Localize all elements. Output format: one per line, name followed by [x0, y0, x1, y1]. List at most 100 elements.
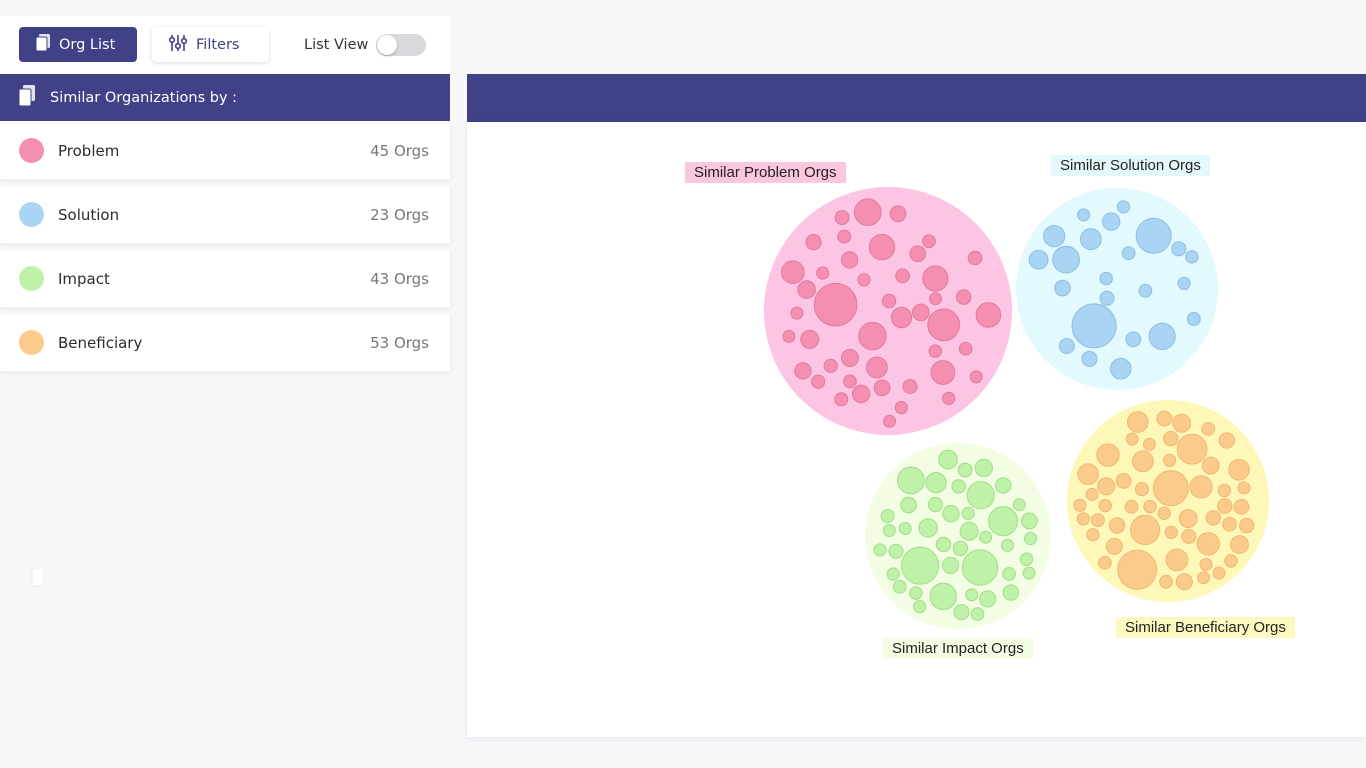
org-bubble[interactable] — [909, 586, 923, 600]
org-bubble[interactable] — [909, 245, 927, 263]
org-bubble[interactable] — [890, 306, 913, 329]
org-bubble[interactable] — [1152, 470, 1189, 507]
org-bubble[interactable] — [925, 472, 947, 494]
org-bubble[interactable] — [880, 509, 895, 524]
org-bubble[interactable] — [837, 229, 852, 244]
org-bubble[interactable] — [1085, 487, 1099, 501]
org-bubble[interactable] — [912, 303, 930, 322]
org-bubble[interactable] — [794, 362, 812, 380]
org-bubble[interactable] — [1165, 548, 1189, 572]
org-bubble[interactable] — [922, 234, 936, 249]
org-bubble[interactable] — [1073, 498, 1087, 512]
org-bubble[interactable] — [1002, 567, 1016, 581]
org-bubble[interactable] — [1012, 498, 1026, 512]
org-bubble[interactable] — [1142, 437, 1156, 451]
org-bubble[interactable] — [889, 205, 907, 223]
org-bubble[interactable] — [1021, 512, 1038, 530]
org-bubble[interactable] — [1130, 514, 1161, 546]
org-bubble[interactable] — [857, 273, 871, 287]
org-bubble[interactable] — [858, 321, 887, 351]
org-bubble[interactable] — [942, 391, 956, 405]
org-bubble[interactable] — [1156, 410, 1173, 427]
org-bubble[interactable] — [970, 607, 985, 621]
org-bubble[interactable] — [966, 481, 995, 510]
org-bubble[interactable] — [975, 302, 1002, 328]
org-bubble[interactable] — [1164, 525, 1178, 540]
org-bubble[interactable] — [965, 588, 979, 602]
org-bubble[interactable] — [1201, 456, 1220, 475]
org-bubble[interactable] — [1175, 573, 1193, 591]
org-bubble[interactable] — [1058, 338, 1075, 354]
org-bubble[interactable] — [1163, 453, 1177, 467]
org-bubble[interactable] — [959, 521, 979, 541]
org-bubble[interactable] — [1099, 290, 1115, 306]
org-bubble[interactable] — [938, 449, 958, 470]
org-bubble[interactable] — [1000, 538, 1014, 552]
org-bubble[interactable] — [979, 590, 997, 608]
org-bubble[interactable] — [816, 266, 830, 280]
org-bubble[interactable] — [1159, 574, 1173, 589]
org-bubble[interactable] — [1125, 331, 1142, 348]
org-bubble[interactable] — [1077, 208, 1091, 222]
org-bubble[interactable] — [854, 198, 882, 226]
org-bubble[interactable] — [1178, 509, 1198, 528]
org-bubble[interactable] — [823, 358, 838, 373]
org-bubble[interactable] — [951, 479, 966, 494]
org-bubble[interactable] — [957, 462, 973, 478]
org-bubble[interactable] — [1135, 217, 1172, 254]
org-bubble[interactable] — [922, 265, 949, 292]
org-bubble[interactable] — [834, 392, 849, 407]
org-bubble[interactable] — [1121, 246, 1136, 261]
org-bubble[interactable] — [967, 250, 983, 266]
org-bubble[interactable] — [1177, 276, 1191, 290]
org-bubble[interactable] — [1230, 535, 1249, 554]
org-bubble[interactable] — [1163, 430, 1179, 447]
org-bubble[interactable] — [902, 379, 918, 394]
org-bubble[interactable] — [883, 414, 897, 428]
org-bubble[interactable] — [929, 582, 957, 610]
org-bubble[interactable] — [1090, 513, 1105, 528]
org-bubble[interactable] — [1081, 350, 1098, 367]
org-bubble[interactable] — [897, 466, 925, 495]
org-bubble[interactable] — [1212, 566, 1226, 580]
org-bubble[interactable] — [868, 233, 896, 261]
org-bubble[interactable] — [1205, 510, 1222, 526]
org-bubble[interactable] — [1228, 459, 1250, 481]
org-bubble[interactable] — [1181, 528, 1197, 544]
org-bubble[interactable] — [1172, 413, 1192, 433]
org-bubble[interactable] — [958, 341, 973, 356]
org-bubble[interactable] — [901, 546, 940, 585]
org-bubble[interactable] — [1028, 249, 1049, 270]
org-bubble[interactable] — [1102, 212, 1121, 231]
org-bubble[interactable] — [1124, 499, 1139, 514]
org-bubble[interactable] — [811, 374, 826, 389]
org-bubble[interactable] — [886, 567, 900, 581]
org-bubble[interactable] — [1116, 200, 1131, 214]
org-bubble[interactable] — [1157, 506, 1171, 520]
org-bubble[interactable] — [900, 496, 917, 514]
org-bubble[interactable] — [888, 543, 904, 559]
org-bubble[interactable] — [805, 234, 822, 251]
org-bubble[interactable] — [942, 504, 960, 523]
org-bubble[interactable] — [1171, 241, 1187, 257]
org-bubble[interactable] — [1098, 555, 1112, 570]
org-bubble[interactable] — [1138, 283, 1153, 298]
org-bubble[interactable] — [1218, 432, 1236, 449]
org-bubble[interactable] — [1125, 432, 1139, 446]
org-bubble[interactable] — [1186, 311, 1201, 326]
org-bubble[interactable] — [1201, 422, 1216, 436]
org-bubble[interactable] — [961, 549, 999, 586]
org-bubble[interactable] — [1099, 271, 1113, 286]
org-bubble[interactable] — [1086, 528, 1100, 542]
org-bubble[interactable] — [1024, 531, 1038, 546]
org-bubble[interactable] — [1143, 499, 1157, 514]
org-bubble[interactable] — [1217, 498, 1233, 514]
org-bubble[interactable] — [1043, 225, 1066, 248]
org-bubble[interactable] — [1097, 477, 1116, 496]
org-bubble[interactable] — [953, 604, 970, 621]
org-bubble[interactable] — [894, 401, 908, 415]
org-bubble[interactable] — [841, 251, 859, 269]
org-bubble[interactable] — [995, 477, 1012, 494]
org-bubble[interactable] — [1127, 411, 1149, 433]
org-bubble[interactable] — [913, 600, 927, 614]
